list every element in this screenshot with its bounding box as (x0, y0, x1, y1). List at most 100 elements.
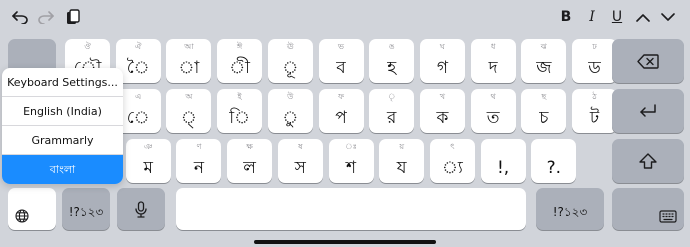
letter-key[interactable]: থত (470, 89, 516, 133)
number-key-left[interactable]: !?১২৩ (62, 188, 110, 230)
key-label: ্য (441, 158, 463, 178)
letter-key[interactable]: উু (267, 89, 313, 133)
key-label: ন (193, 158, 204, 178)
chevron-down-icon[interactable] (658, 6, 678, 28)
key-label: প (335, 108, 347, 128)
key-label: দ (488, 58, 498, 78)
key-label: ূ (282, 58, 299, 78)
key-label: ম (143, 158, 153, 178)
number-key-left-label: !?১২৩ (68, 205, 104, 219)
letter-key[interactable]: ঊূ (267, 39, 313, 83)
letter-key[interactable]: য় য (379, 139, 425, 183)
key-label: ্ (180, 108, 197, 128)
key-label: হ (387, 58, 397, 78)
letter-key[interactable]: ঞম (125, 139, 171, 183)
key-hint: য় (399, 142, 405, 151)
bold-button[interactable]: B (558, 6, 574, 28)
globe-key[interactable] (8, 188, 56, 230)
letter-key[interactable]: ৃ র (369, 89, 415, 133)
undo-icon[interactable] (10, 6, 30, 28)
key-label: ত (486, 108, 500, 128)
menu-item-keyboard-settings[interactable]: Keyboard Settings... (2, 68, 123, 97)
shift-key-right[interactable] (612, 139, 684, 183)
key-hint: উ (287, 92, 294, 101)
key-hint: ঝ (540, 42, 547, 51)
key-hint: খ (439, 92, 446, 101)
key-hint: ৃ (387, 92, 396, 101)
chevron-up-icon[interactable] (633, 6, 653, 28)
backspace-icon (612, 39, 684, 83)
redo-icon[interactable] (36, 6, 56, 28)
backspace-key[interactable] (612, 39, 684, 83)
letter-key[interactable]: ঠট (572, 89, 617, 133)
key-label: ক (436, 108, 449, 128)
menu-item-english-india[interactable]: English (India) (2, 97, 123, 126)
key-hint: ঃ (345, 142, 357, 151)
letter-key[interactable]: ণন (176, 139, 222, 183)
key-label: র (387, 108, 397, 128)
key-label: ব (336, 58, 346, 78)
key-hint: ঘ (439, 42, 445, 51)
home-indicator (254, 240, 436, 244)
key-hint: ঠ (592, 92, 597, 101)
letter-key[interactable]: ?. (531, 139, 577, 183)
space-bar[interactable] (176, 188, 526, 230)
key-hint: আ (184, 42, 194, 51)
letter-key[interactable]: ঙহ (369, 39, 415, 83)
letter-key[interactable]: ভব (318, 39, 364, 83)
dismiss-keyboard-key[interactable] (612, 188, 684, 230)
key-hint: ঈ (236, 42, 243, 51)
letter-key[interactable]: ঘগ (419, 39, 465, 83)
key-hint: ঙ (388, 42, 395, 51)
key-hint: ধ (490, 42, 496, 51)
key-hint: ভ (338, 42, 344, 51)
number-key-right[interactable]: !?১২৩ (536, 188, 604, 230)
letter-key[interactable]: ক্ষ ল (227, 139, 273, 183)
key-hint: ৎ (450, 142, 455, 151)
letter-key[interactable]: আা (166, 39, 212, 83)
keyboard-toolbar: B I U (0, 0, 690, 34)
letter-key[interactable]: ঈী (217, 39, 263, 83)
letter-key[interactable]: ঢড (572, 39, 617, 83)
language-menu: Keyboard Settings... English (India) Gra… (2, 68, 123, 184)
key-hint: ই (237, 92, 242, 101)
letter-key[interactable]: ইি (217, 89, 263, 133)
key-label: গ (436, 58, 448, 78)
key-hint: অ (185, 92, 193, 101)
return-icon (612, 89, 684, 133)
dictation-key[interactable] (117, 188, 165, 230)
key-label: ি (229, 108, 250, 128)
letter-key[interactable]: ঃ শ (328, 139, 374, 183)
key-label: চ (539, 108, 549, 128)
key-label: ী (229, 58, 250, 78)
key-hint: থ (490, 92, 496, 101)
key-label: ?. (546, 158, 562, 178)
keyboard-dismiss-icon (612, 188, 684, 230)
return-key[interactable] (612, 89, 684, 133)
letter-key[interactable]: ফপ (318, 89, 364, 133)
number-key-right-label: !?১২৩ (552, 205, 588, 219)
letter-key[interactable]: ৎ্য (429, 139, 475, 183)
letter-key[interactable]: ধদ (470, 39, 516, 83)
key-hint: ঔ (84, 42, 91, 51)
key-hint: ঐ (134, 42, 142, 51)
letter-key[interactable]: খক (419, 89, 465, 133)
key-hint: ঢ (592, 42, 597, 51)
key-label: য (396, 158, 407, 178)
menu-item-grammarly[interactable]: Grammarly (2, 126, 123, 155)
letter-key[interactable]: ঝজ (521, 39, 567, 83)
letter-key[interactable]: ষস (277, 139, 323, 183)
underline-button[interactable]: U (609, 6, 625, 28)
microphone-icon (117, 188, 165, 230)
paste-icon[interactable] (63, 6, 83, 28)
letter-key[interactable]: অ্ (166, 89, 212, 133)
italic-button[interactable]: I (584, 6, 600, 28)
key-label: স (294, 158, 306, 178)
menu-item-bangla[interactable]: বাংলা (2, 155, 123, 184)
key-label: ু (282, 108, 299, 128)
key-hint: ষ (298, 142, 303, 151)
letter-key[interactable]: ছচ (521, 89, 567, 133)
key-hint: ণ (196, 142, 202, 151)
letter-key[interactable]: !, (480, 139, 526, 183)
key-label: ড (588, 58, 601, 78)
